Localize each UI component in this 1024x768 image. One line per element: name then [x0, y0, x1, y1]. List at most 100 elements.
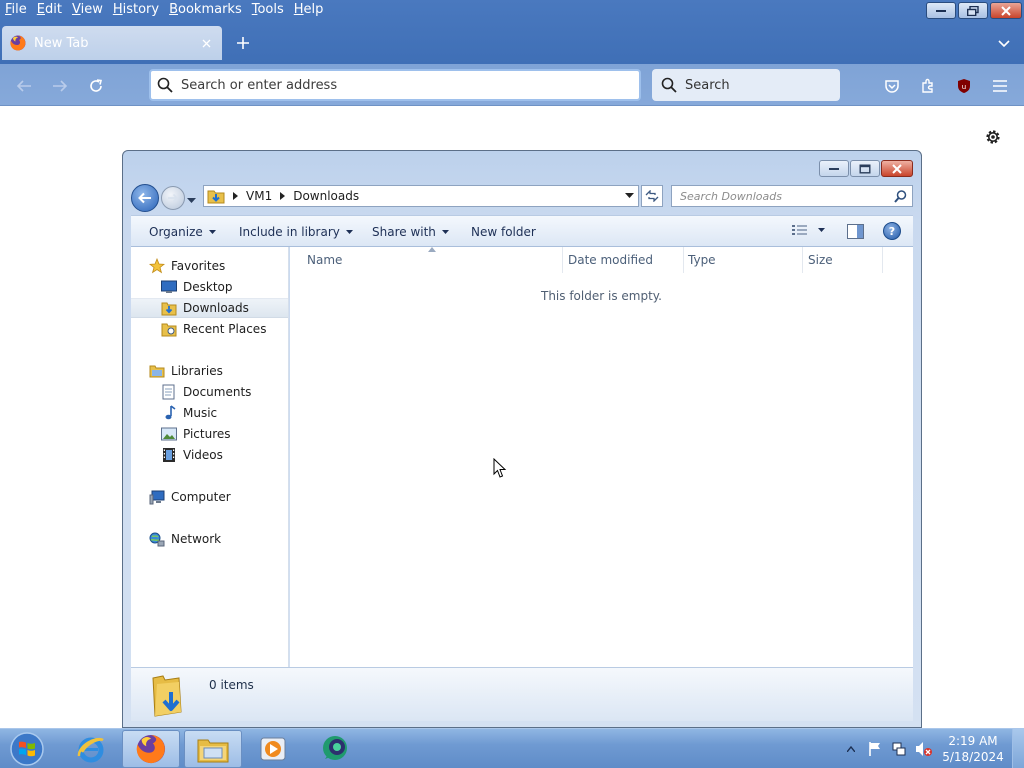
back-button[interactable] [13, 75, 35, 97]
taskbar-app-green[interactable] [306, 730, 364, 768]
list-all-tabs-button[interactable] [994, 34, 1014, 54]
column-header-type[interactable]: Type [688, 253, 716, 267]
close-button[interactable] [990, 2, 1022, 19]
menu-tools[interactable]: Tools [247, 0, 289, 20]
explorer-maximize-button[interactable] [850, 160, 880, 177]
breadcrumb-downloads[interactable]: Downloads [293, 189, 359, 203]
new-folder-button[interactable]: New folder [471, 225, 536, 239]
nav-downloads[interactable]: Downloads [131, 298, 288, 318]
new-tab-button[interactable] [232, 32, 254, 54]
address-dropdown-icon[interactable] [625, 193, 634, 199]
share-with-button[interactable]: Share with [372, 225, 449, 239]
menu-history[interactable]: History [108, 0, 164, 20]
restore-button[interactable] [958, 2, 988, 19]
start-button[interactable] [6, 730, 48, 768]
nav-documents[interactable]: Documents [131, 382, 288, 402]
explorer-address-bar[interactable]: VM1 Downloads [203, 185, 639, 207]
volume-muted-icon[interactable] [915, 741, 933, 757]
breadcrumb-separator-icon [280, 192, 286, 200]
taskbar-internet-explorer[interactable] [62, 730, 120, 768]
minimize-icon [936, 9, 946, 12]
recent-pages-dropdown[interactable] [187, 193, 196, 207]
menu-access-key: E [36, 2, 45, 17]
downloads-folder-icon [152, 675, 182, 717]
explorer-window-controls [819, 160, 913, 177]
explorer-search-box[interactable] [671, 185, 913, 207]
url-bar[interactable] [149, 69, 641, 101]
media-player-icon [260, 737, 286, 761]
chevron-down-icon [208, 230, 216, 234]
column-divider[interactable] [882, 247, 883, 273]
nav-network[interactable]: Network [131, 529, 288, 549]
system-clock[interactable]: 2:19 AM 5/18/2024 [940, 733, 1006, 765]
ublock-shield-icon: u [958, 79, 970, 93]
search-bar[interactable]: Search [652, 69, 840, 101]
downloads-folder-icon [207, 190, 225, 204]
preview-pane-button[interactable] [847, 224, 864, 242]
firefox-icon [10, 35, 26, 51]
url-input[interactable] [181, 77, 621, 93]
menu-edit[interactable]: Edit [32, 0, 67, 20]
menu-file[interactable]: File [0, 0, 32, 20]
include-in-library-button[interactable]: Include in library [239, 225, 353, 239]
column-divider[interactable] [802, 247, 803, 273]
ublock-origin-button[interactable]: u [953, 75, 975, 97]
explorer-back-button[interactable] [131, 184, 159, 212]
nav-pictures-label: Pictures [183, 427, 231, 441]
organize-button[interactable]: Organize [149, 225, 216, 239]
nav-music[interactable]: Music [131, 403, 288, 423]
firefox-icon [136, 734, 166, 764]
mouse-cursor-icon [493, 458, 507, 478]
nav-videos-label: Videos [183, 448, 223, 462]
taskbar-firefox[interactable] [122, 730, 180, 768]
nav-music-label: Music [183, 406, 218, 420]
system-tray [840, 729, 933, 768]
taskbar: 2:19 AM 5/18/2024 [0, 728, 1024, 768]
menu-help[interactable]: Help [289, 0, 329, 20]
explorer-close-button[interactable] [881, 160, 913, 177]
column-header-size[interactable]: Size [808, 253, 833, 267]
tab-new-tab[interactable]: New Tab [2, 26, 222, 60]
nav-favorites[interactable]: Favorites [131, 256, 288, 276]
nav-desktop[interactable]: Desktop [131, 277, 288, 297]
column-header-name[interactable]: Name [307, 253, 342, 267]
pocket-button[interactable] [881, 75, 903, 97]
column-divider[interactable] [683, 247, 684, 273]
explorer-forward-button[interactable] [161, 186, 185, 210]
column-divider[interactable] [562, 247, 563, 273]
taskbar-media-player[interactable] [244, 730, 302, 768]
minimize-button[interactable] [926, 2, 956, 19]
menu-access-key: H [293, 2, 304, 17]
reload-button[interactable] [85, 75, 107, 97]
network-status-icon[interactable] [891, 741, 907, 757]
taskbar-windows-explorer[interactable] [184, 730, 242, 768]
explorer-refresh-button[interactable] [641, 185, 663, 207]
breadcrumb-vm1[interactable]: VM1 [246, 189, 272, 203]
details-pane: 0 items [131, 667, 913, 721]
file-list-pane[interactable]: Name Date modified Type Size This folder… [290, 247, 913, 667]
nav-computer[interactable]: Computer [131, 487, 288, 507]
close-icon [1001, 5, 1011, 16]
column-header-date-modified[interactable]: Date modified [568, 253, 653, 267]
forward-button[interactable] [49, 75, 71, 97]
show-hidden-icons-icon[interactable] [847, 746, 855, 752]
menu-view[interactable]: View [67, 0, 108, 20]
nav-libraries[interactable]: Libraries [131, 361, 288, 381]
show-desktop-button[interactable] [1012, 729, 1024, 768]
menu-bookmarks[interactable]: Bookmarks [164, 0, 247, 20]
explorer-search-input[interactable] [680, 189, 890, 203]
app-menu-button[interactable] [989, 75, 1011, 97]
change-view-button[interactable] [792, 224, 825, 236]
action-center-flag-icon[interactable] [867, 741, 883, 757]
new-tab-settings-button[interactable] [984, 128, 1002, 146]
nav-documents-label: Documents [183, 385, 252, 399]
nav-videos[interactable]: Videos [131, 445, 288, 465]
preview-pane-icon [847, 224, 864, 239]
menu-access-key: B [169, 2, 179, 17]
help-button[interactable]: ? [883, 222, 901, 240]
nav-recent-places[interactable]: Recent Places [131, 319, 288, 339]
nav-pictures[interactable]: Pictures [131, 424, 288, 444]
explorer-minimize-button[interactable] [819, 160, 849, 177]
tab-close-button[interactable] [198, 35, 214, 51]
extensions-button[interactable] [917, 75, 939, 97]
